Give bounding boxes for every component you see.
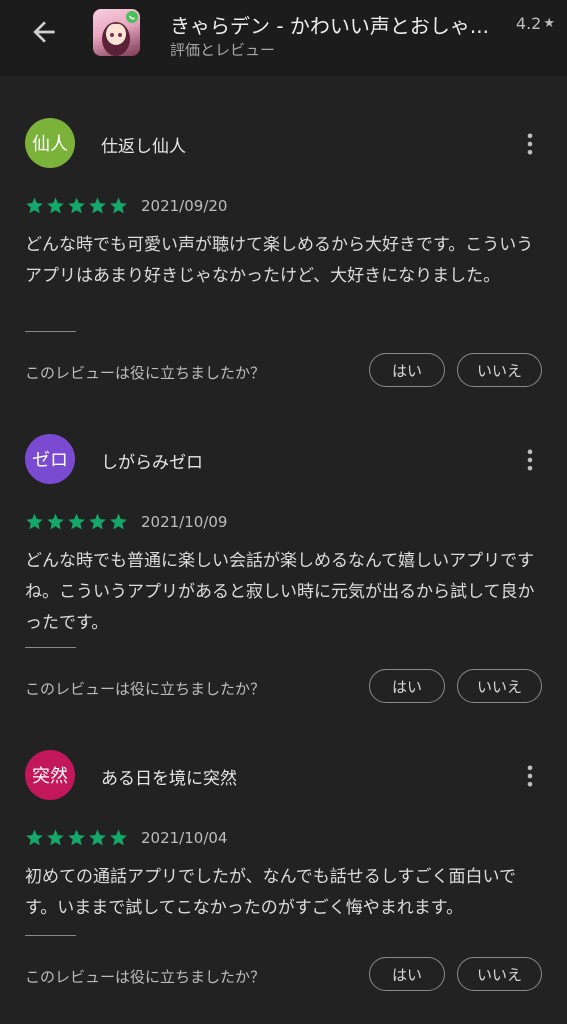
helpful-no-button[interactable]: いいえ [457,669,542,703]
reviewer-name: ある日を境に突然 [101,769,237,789]
helpful-yes-button[interactable]: はい [369,669,445,703]
helpful-question: このレビューは役に立ちましたか？ [25,364,266,382]
more-options-icon[interactable] [516,446,544,474]
helpful-no-button[interactable]: いいえ [457,957,542,991]
review-date: 2021/09/20 [141,197,228,215]
star-icon: ★ [543,16,555,31]
page-subtitle: 評価とレビュー [170,41,276,59]
star-icon [47,513,64,530]
divider [25,647,76,648]
star-icon [68,829,85,846]
star-icon [68,197,85,214]
review-text: どんな時でも可愛い声が聴けて楽しめるから大好きです。こういうアプリはあまり好きじ… [25,235,534,286]
app-rating: 4.2 ★ [516,14,555,33]
review-date: 2021/10/09 [141,513,228,531]
star-rating [25,828,128,847]
star-rating [25,512,128,531]
app-bar: きゃらデン - かわいい声とおしゃ... 評価とレビュー 4.2 ★ [0,0,567,76]
star-rating [25,196,128,215]
review-text: どんな時でも普通に楽しい会話が楽しめるなんて嬉しいアプリですね。こういうアプリが… [25,551,535,633]
star-icon [110,197,127,214]
divider [25,331,76,332]
avatar: 仙人 [25,118,75,168]
star-icon [89,197,106,214]
reviewer-name: 仕返し仙人 [101,137,186,157]
more-options-icon[interactable] [516,762,544,790]
app-icon[interactable] [93,9,140,56]
avatar: 突然 [25,750,75,800]
helpful-yes-button[interactable]: はい [369,353,445,387]
more-options-icon[interactable] [516,130,544,158]
helpful-yes-button[interactable]: はい [369,957,445,991]
star-icon [89,829,106,846]
star-icon [89,513,106,530]
divider [25,935,76,936]
star-icon [26,513,43,530]
star-icon [110,513,127,530]
app-title: きゃらデン - かわいい声とおしゃ... [170,14,490,38]
star-icon [47,197,64,214]
helpful-question: このレビューは役に立ちましたか？ [25,680,266,698]
reviewer-name: しがらみゼロ [101,453,203,473]
rating-value: 4.2 [515,14,542,33]
review-date: 2021/10/04 [141,829,228,847]
avatar: ゼロ [25,434,75,484]
review-text: 初めての通話アプリでしたが、なんでも話せるしすごく面白いです。いままで試してこな… [25,867,516,918]
helpful-no-button[interactable]: いいえ [457,353,542,387]
star-icon [26,829,43,846]
star-icon [110,829,127,846]
star-icon [68,513,85,530]
star-icon [26,197,43,214]
helpful-question: このレビューは役に立ちましたか？ [25,968,266,986]
star-icon [47,829,64,846]
arrow-back-icon[interactable] [28,16,60,48]
